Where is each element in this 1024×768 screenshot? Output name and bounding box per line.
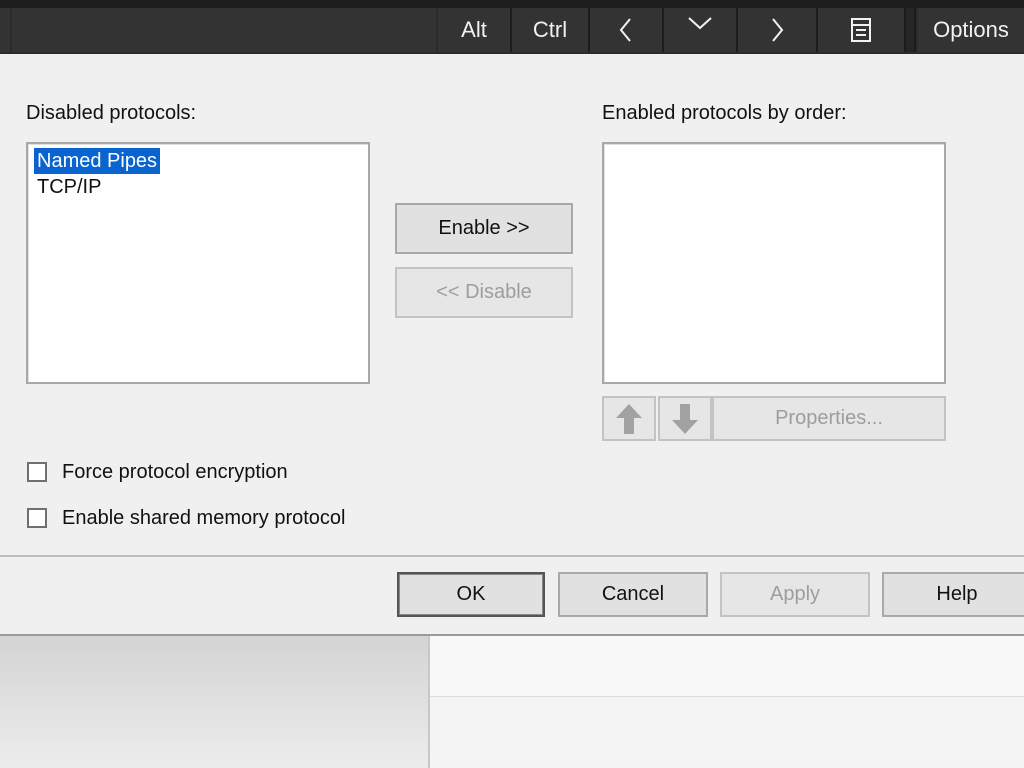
arrow-up-icon [616,403,642,434]
dialog-separator [0,555,1024,557]
ctrl-key-button[interactable]: Ctrl [512,8,590,52]
chevron-left-icon [619,18,631,42]
background-window-band [430,636,1024,697]
left-arrow-key-button[interactable] [590,8,664,52]
enabled-protocols-label: Enabled protocols by order: [602,102,847,124]
toolbar-left-edge [0,8,10,52]
help-button[interactable]: Help [882,572,1024,617]
options-button[interactable]: Options [918,8,1024,52]
list-item-named-pipes[interactable]: Named Pipes [34,148,161,174]
enable-button[interactable]: Enable >> [395,203,573,254]
ok-button[interactable]: OK [397,572,545,617]
enable-button-label: Enable >> [438,217,530,239]
disable-button[interactable]: << Disable [395,267,573,318]
properties-button[interactable]: Properties... [712,396,946,441]
apply-button-label: Apply [769,583,821,605]
down-arrow-key-button[interactable] [664,8,738,52]
ctrl-key-label: Ctrl [532,17,568,42]
help-button-label: Help [936,583,978,605]
options-label: Options [933,17,1009,42]
shared-memory-checkbox[interactable] [27,508,47,528]
toolbar-gap [906,8,916,52]
toolbar-empty-segment [12,8,436,52]
disabled-protocols-label: Disabled protocols: [26,102,197,124]
ok-button-label: OK [456,583,486,605]
enabled-protocols-list[interactable] [602,142,946,384]
move-down-button[interactable] [658,396,712,441]
arrow-down-icon [672,403,698,434]
right-arrow-key-button[interactable] [738,8,818,52]
alt-key-button[interactable]: Alt [438,8,512,52]
list-item-tcp-ip[interactable]: TCP/IP [34,174,104,200]
cancel-button[interactable]: Cancel [558,572,708,617]
shared-memory-label[interactable]: Enable shared memory protocol [62,507,345,530]
protocols-dialog: Disabled protocols: Enabled protocols by… [0,54,1024,636]
chevron-down-icon [688,17,712,30]
background-window-right [428,636,1024,768]
chevron-right-icon [772,18,784,42]
cancel-button-label: Cancel [601,583,665,605]
properties-button-label: Properties... [775,407,883,429]
move-up-button[interactable] [602,396,656,441]
document-icon [851,18,871,42]
apply-button[interactable]: Apply [720,572,870,617]
document-button[interactable] [818,8,906,52]
disabled-protocols-list[interactable]: Named Pipes TCP/IP [26,142,370,384]
force-encryption-label[interactable]: Force protocol encryption [62,461,288,484]
remote-toolbar: Alt Ctrl Options [0,0,1024,55]
force-encryption-checkbox[interactable] [27,462,47,482]
toolbar-top-strip [0,0,1024,8]
disable-button-label: << Disable [436,281,532,303]
alt-key-label: Alt [461,17,487,42]
background-window-left [0,636,428,768]
